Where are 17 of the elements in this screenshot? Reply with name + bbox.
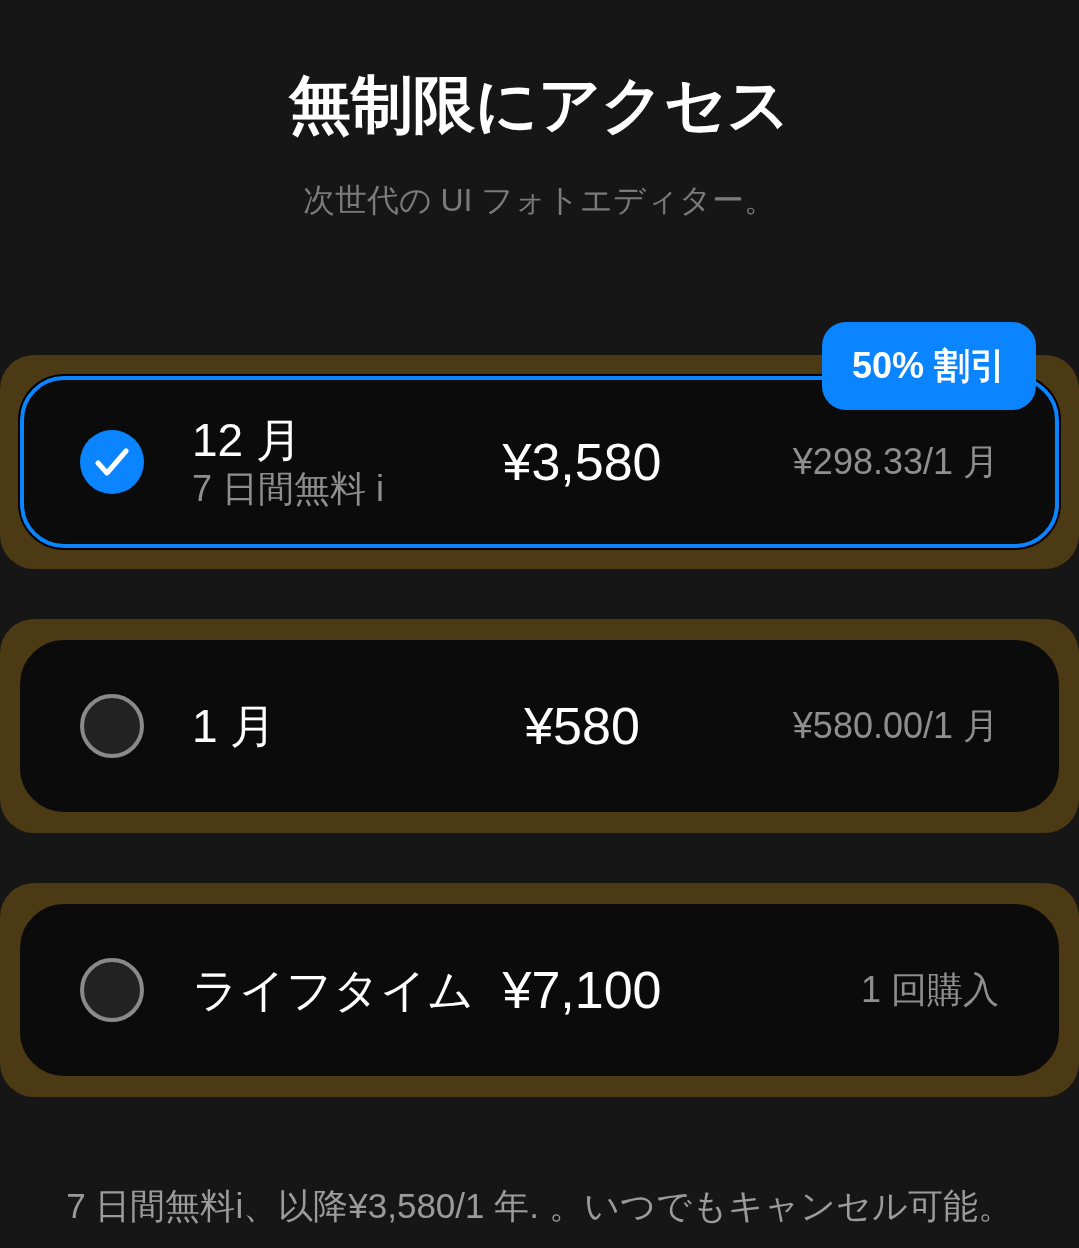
plan-card[interactable]: 1 月 ¥580 ¥580.00/1 月 [20, 640, 1059, 812]
plan-period-price: ¥580.00/1 月 [792, 704, 999, 748]
footer-note: 7 日間無料i、以降¥3,580/1 年. 。いつでもキャンセル可能。 [66, 1186, 1013, 1226]
plan-note: 7 日間無料 i [192, 467, 386, 511]
plan-period-price: ¥298.33/1 月 [792, 440, 999, 484]
plan-name: ライフタイム [192, 963, 472, 1017]
page-subtitle: 次世代の UI フォトエディター。 [302, 181, 777, 220]
plan-name: 12 月 [192, 413, 303, 467]
plan-name: 1 月 [192, 699, 278, 753]
discount-badge: 50% 割引 [821, 322, 1036, 410]
page-title: 無制限にアクセス [289, 69, 790, 141]
plan-price: ¥580 [524, 696, 640, 756]
checkmark-icon [95, 448, 129, 476]
plan-period-price: 1 回購入 [860, 968, 999, 1012]
plan-price: ¥3,580 [502, 432, 662, 492]
plan-card[interactable]: ライフタイム ¥7,100 1 回購入 [20, 904, 1059, 1076]
plan-price: ¥7,100 [502, 960, 662, 1020]
